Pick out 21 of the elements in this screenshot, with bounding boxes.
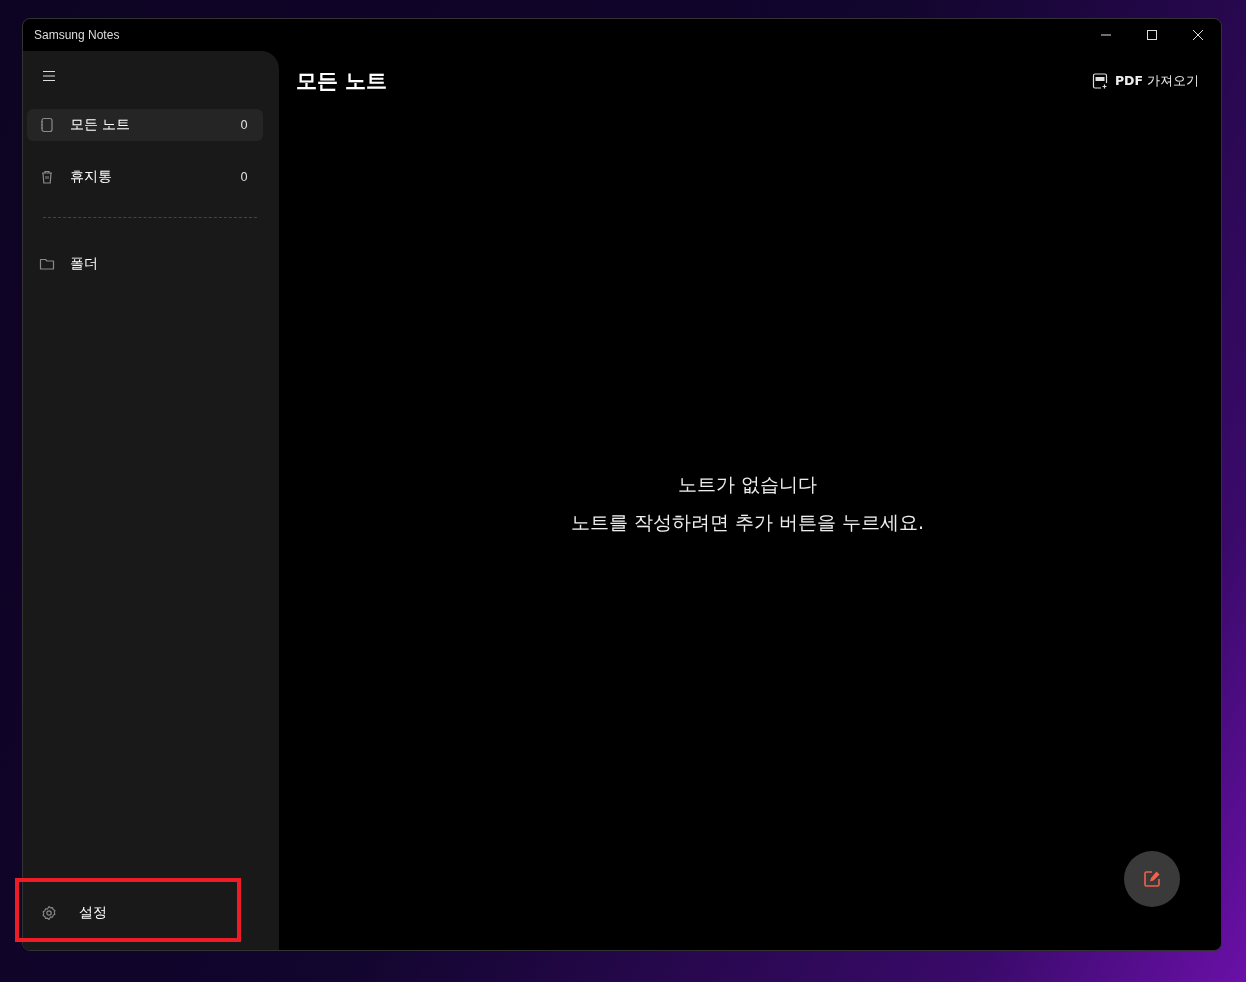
new-note-button[interactable] [1124,851,1180,907]
empty-hint: 노트를 작성하려면 추가 버튼을 누르세요. [570,509,925,535]
trash-icon [39,169,55,185]
sidebar-item[interactable]: 폴더 [27,248,263,280]
edit-icon [1143,870,1161,888]
folder-icon [39,256,55,272]
sidebar-item[interactable]: 모든 노트 0 [27,109,263,141]
settings-icon[interactable] [41,905,57,921]
window-title: Samsung Notes [34,28,121,42]
close-icon [1193,30,1203,40]
sidebar-item[interactable]: 휴지통 0 [27,161,263,193]
pdf-import-button[interactable]: PDF 가져오기 [1091,72,1199,90]
note-count: 0 [240,118,248,132]
note-count: 0 [240,170,248,184]
maximize-icon [1147,30,1157,40]
page-title: 모든 노트 [296,68,388,95]
pdf-file-icon [1091,72,1108,90]
empty-title: 노트가 없습니다 [677,471,817,497]
settings-label[interactable]: 설정 [79,904,107,922]
notebook-icon [39,117,55,133]
menu-icon[interactable] [42,69,56,83]
